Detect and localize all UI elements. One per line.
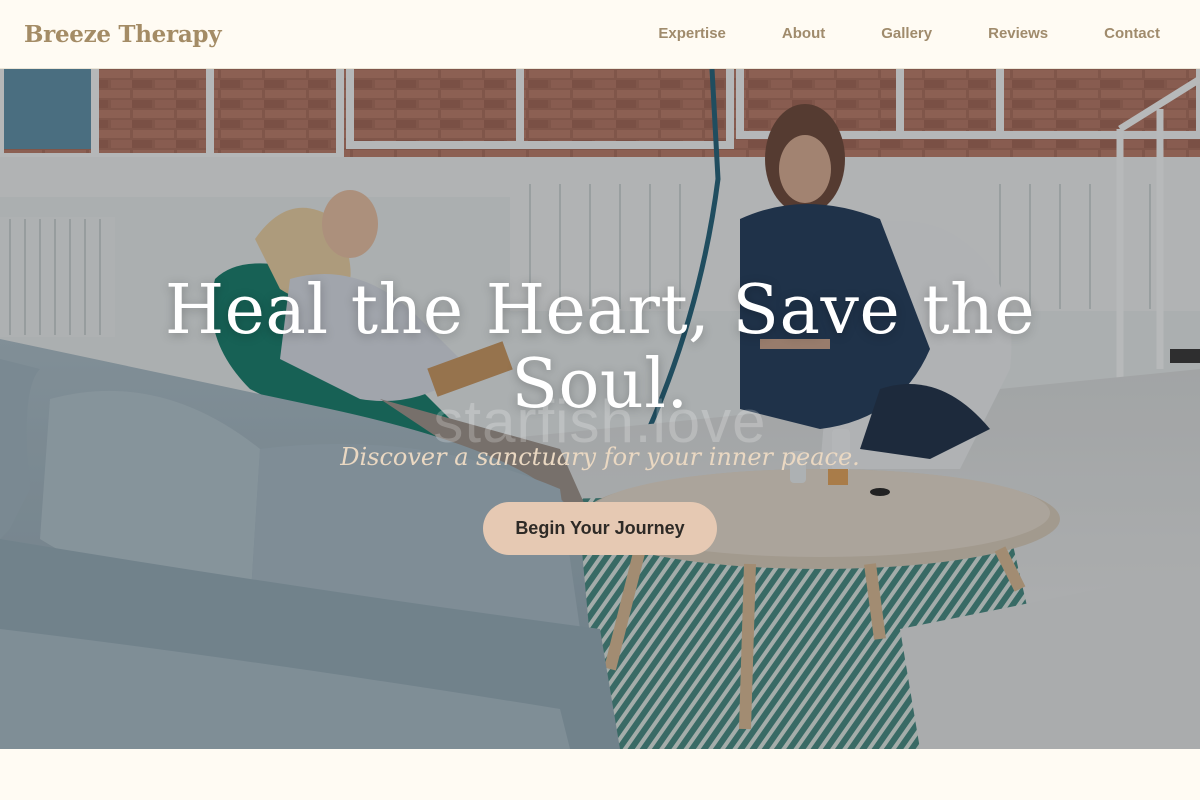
nav-link-about[interactable]: About (766, 16, 841, 52)
nav-link-gallery[interactable]: Gallery (865, 16, 948, 52)
hero-content: Heal the Heart, Save the Soul. starfish.… (0, 69, 1200, 749)
brand-logo[interactable]: Breeze Therapy (24, 21, 222, 48)
hero-tagline: Discover a sanctuary for your inner peac… (340, 443, 860, 471)
begin-journey-button[interactable]: Begin Your Journey (483, 502, 717, 555)
nav-menu: Expertise About Gallery Reviews Contact (642, 0, 1176, 68)
hero-section: Heal the Heart, Save the Soul. starfish.… (0, 69, 1200, 749)
next-section (0, 749, 1200, 800)
nav-link-expertise[interactable]: Expertise (642, 16, 742, 52)
nav-link-reviews[interactable]: Reviews (972, 16, 1064, 52)
nav-link-contact[interactable]: Contact (1088, 16, 1176, 52)
top-navigation-bar: Breeze Therapy Expertise About Gallery R… (0, 0, 1200, 69)
